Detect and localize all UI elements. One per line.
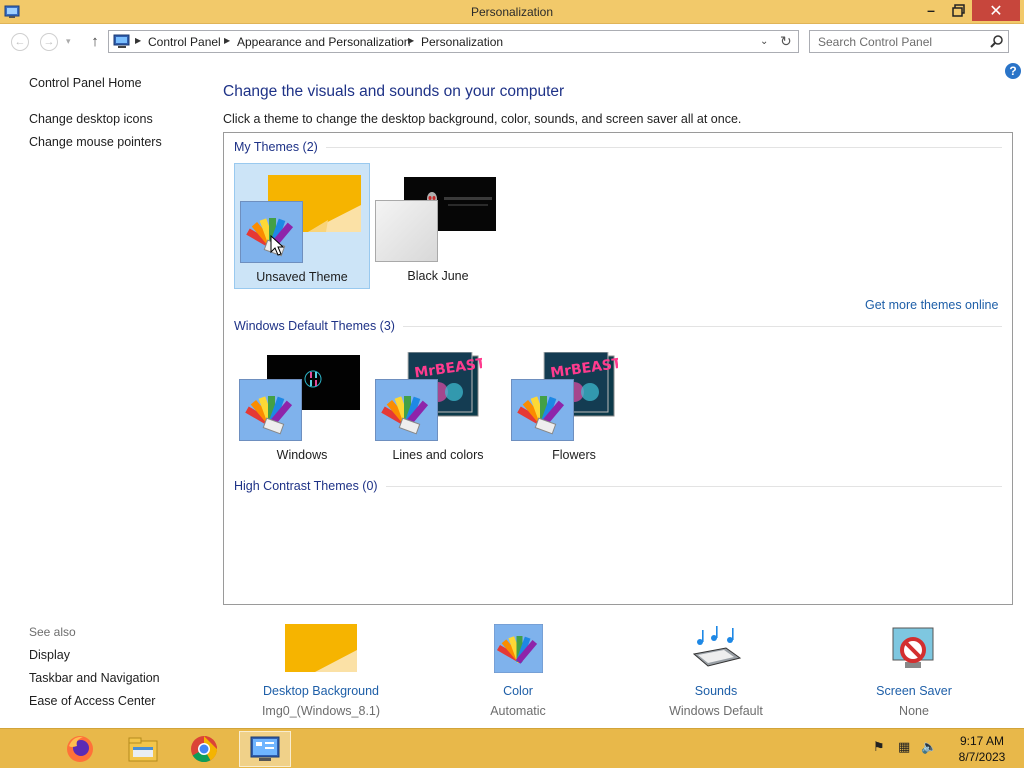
close-icon: ✕	[989, 2, 1003, 20]
taskbar-firefox[interactable]	[54, 731, 106, 767]
forward-arrow-icon: →	[43, 36, 55, 48]
screen-saver-label[interactable]: Screen Saver	[870, 684, 958, 698]
color-value: Automatic	[490, 704, 546, 718]
search-input[interactable]	[818, 35, 983, 49]
clock-time: 9:17 AM	[959, 734, 1005, 748]
window-title: Personalization	[470, 5, 554, 19]
color-fan-icon	[381, 396, 429, 435]
theme-color-swatch	[375, 379, 438, 441]
theme-color-swatch	[375, 200, 438, 262]
screen-saver-icon	[892, 627, 934, 668]
control-panel-home-link[interactable]: Control Panel Home	[29, 76, 142, 90]
theme-windows[interactable]: Windows	[234, 342, 370, 468]
breadcrumb-appearance-and-personalization[interactable]: Appearance and Personalization	[237, 35, 410, 49]
screen-saver-value: None	[899, 704, 929, 718]
title-bar: Personalization – ✕	[0, 0, 1024, 24]
taskbar: ⚑ ▦ 🔈 9:17 AM 8/7/2023	[0, 728, 1024, 768]
page-title: Change the visuals and sounds on your co…	[223, 83, 565, 100]
see-also-heading: See also	[29, 625, 76, 639]
color-label[interactable]: Color	[478, 684, 558, 698]
minimize-icon: –	[927, 1, 935, 18]
theme-black-june[interactable]: Black June	[370, 163, 506, 289]
refresh-icon[interactable]: ↻	[780, 33, 792, 50]
divider	[385, 485, 1002, 487]
ease-of-access-center-link[interactable]: Ease of Access Center	[29, 694, 155, 708]
chrome-icon	[191, 736, 218, 763]
restore-icon	[952, 4, 965, 17]
divider	[325, 146, 1002, 148]
address-row: ← → ▾ ↑ ▶ Control Panel ▶ Appearance and…	[0, 24, 1024, 61]
color-fan-icon	[245, 396, 293, 435]
color-setting[interactable]: Color Automatic	[478, 624, 558, 718]
theme-lines-and-colors[interactable]: MrBEAST Lines and colors	[370, 342, 506, 468]
recent-locations-chevron-icon[interactable]: ▾	[66, 36, 71, 47]
sounds-setting[interactable]: Sounds Windows Default	[660, 624, 772, 718]
desktop-background-setting[interactable]: Desktop Background Img0_(Windows_8.1)	[258, 624, 384, 718]
group-header-my-themes[interactable]: My Themes (2)	[234, 140, 1002, 154]
theme-list[interactable]: My Themes (2) Unsaved Theme Black June G…	[223, 132, 1013, 605]
control-panel-icon	[113, 34, 130, 48]
group-title: High Contrast Themes (0)	[234, 479, 378, 493]
breadcrumb-control-panel[interactable]: Control Panel	[148, 35, 221, 49]
file-explorer-icon	[128, 737, 158, 762]
action-center-flag-icon[interactable]: ⚑	[873, 739, 885, 755]
breadcrumb-personalization[interactable]: Personalization	[421, 35, 503, 49]
screen-saver-setting[interactable]: Screen Saver None	[870, 624, 958, 718]
theme-unsaved[interactable]: Unsaved Theme	[234, 163, 370, 289]
get-more-themes-link[interactable]: Get more themes online	[865, 298, 998, 312]
color-fan-icon	[246, 218, 294, 257]
network-icon[interactable]: ▦	[898, 739, 910, 755]
sounds-label[interactable]: Sounds	[660, 684, 772, 698]
desktop-background-icon	[285, 624, 357, 672]
taskbar-and-navigation-link[interactable]: Taskbar and Navigation	[29, 671, 160, 685]
up-arrow-icon[interactable]: ↑	[87, 33, 103, 51]
theme-name: Windows	[276, 448, 328, 462]
taskbar-clock[interactable]: 9:17 AM 8/7/2023	[952, 733, 1012, 765]
theme-color-swatch	[239, 379, 302, 441]
firefox-icon	[67, 736, 93, 762]
group-header-high-contrast-themes[interactable]: High Contrast Themes (0)	[234, 479, 1002, 493]
group-header-windows-default-themes[interactable]: Windows Default Themes (3)	[234, 319, 1002, 333]
theme-color-swatch	[240, 201, 303, 263]
search-icon[interactable]	[990, 34, 1004, 48]
change-mouse-pointers-link[interactable]: Change mouse pointers	[29, 135, 162, 149]
divider	[402, 325, 1002, 327]
theme-name: Unsaved Theme	[256, 270, 348, 284]
breadcrumb-arrow-icon[interactable]: ▶	[224, 36, 230, 45]
taskbar-chrome[interactable]	[178, 731, 230, 767]
clock-date: 8/7/2023	[958, 750, 1006, 764]
sounds-value: Windows Default	[669, 704, 763, 718]
change-desktop-icons-link[interactable]: Change desktop icons	[29, 112, 153, 126]
group-title: My Themes (2)	[234, 140, 318, 154]
color-fan-icon	[517, 396, 565, 435]
taskbar-control-panel[interactable]	[239, 731, 291, 767]
address-dropdown-chevron-icon[interactable]: ⌄	[760, 36, 768, 47]
minimize-button[interactable]: –	[917, 0, 945, 21]
volume-icon[interactable]: 🔈	[921, 739, 937, 755]
theme-flowers[interactable]: MrBEAST Flowers	[506, 342, 642, 468]
address-bar[interactable]: ▶ Control Panel ▶ Appearance and Persona…	[108, 30, 799, 53]
group-title: Windows Default Themes (3)	[234, 319, 395, 333]
theme-name: Flowers	[552, 448, 596, 462]
back-button[interactable]: ←	[11, 33, 29, 51]
control-panel-icon	[250, 736, 280, 761]
page-description: Click a theme to change the desktop back…	[223, 112, 742, 126]
theme-color-swatch	[511, 379, 574, 441]
theme-name: Black June	[407, 269, 469, 283]
desktop-background-value: Img0_(Windows_8.1)	[261, 704, 381, 718]
sounds-icon	[692, 626, 742, 667]
theme-name: Lines and colors	[392, 448, 484, 462]
forward-button[interactable]: →	[40, 33, 58, 51]
search-box[interactable]	[809, 30, 1009, 53]
breadcrumb-arrow-icon[interactable]: ▶	[135, 36, 141, 45]
display-link[interactable]: Display	[29, 648, 70, 662]
taskbar-file-explorer[interactable]	[117, 731, 169, 767]
back-arrow-icon: ←	[14, 36, 26, 48]
desktop-background-label[interactable]: Desktop Background	[258, 684, 384, 698]
color-icon	[493, 624, 543, 673]
breadcrumb-arrow-icon[interactable]: ▶	[408, 36, 414, 45]
close-button[interactable]: ✕	[972, 0, 1020, 21]
restore-button[interactable]	[945, 0, 972, 21]
help-icon[interactable]: ?	[1005, 63, 1021, 79]
